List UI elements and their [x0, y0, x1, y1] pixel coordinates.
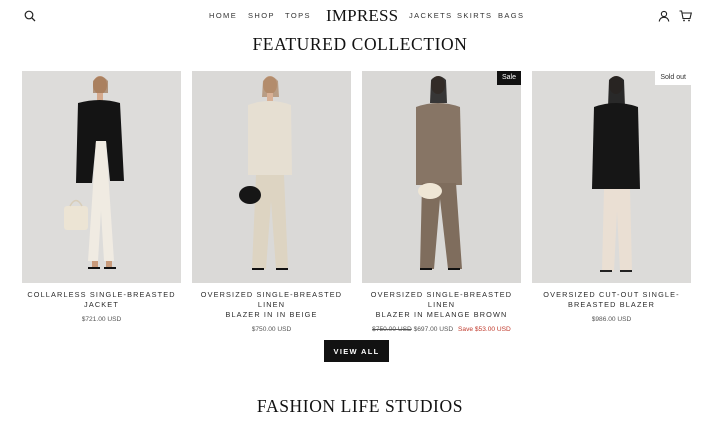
- price-value: $750.00 USD: [251, 326, 292, 333]
- product-title[interactable]: OVERSIZED CUT-OUT SINGLE- BREASTED BLAZE…: [532, 290, 691, 310]
- user-icon[interactable]: [657, 9, 671, 23]
- search-icon[interactable]: [23, 9, 37, 23]
- product-title-line[interactable]: OVERSIZED SINGLE-BREASTED LINEN: [362, 290, 521, 310]
- product-title[interactable]: OVERSIZED SINGLE-BREASTED LINEN BLAZER I…: [362, 290, 521, 320]
- product-card[interactable]: Sale OVERSIZED SINGLE-BREASTED LINEN BLA…: [362, 71, 521, 334]
- price-value: $697.00 USD: [413, 326, 454, 333]
- product-image[interactable]: Sold out: [532, 71, 691, 283]
- original-price: $750.00 USD: [372, 326, 412, 333]
- product-title-line[interactable]: BREASTED BLAZER: [532, 300, 691, 310]
- fashion-life-studios-title: FASHION LIFE STUDIOS: [256, 396, 464, 416]
- product-price: $750.00 USD: [192, 325, 351, 334]
- product-image[interactable]: [22, 71, 181, 283]
- product-image[interactable]: Sale: [362, 71, 521, 283]
- product-title-line[interactable]: COLLARLESS SINGLE-BREASTED: [22, 290, 181, 300]
- model-black-blazer-illustration: [532, 71, 691, 283]
- product-title[interactable]: OVERSIZED SINGLE-BREASTED LINEN BLAZER I…: [192, 290, 351, 320]
- product-title[interactable]: COLLARLESS SINGLE-BREASTED JACKET: [22, 290, 181, 310]
- brand-logo[interactable]: IMPRESS: [326, 6, 398, 26]
- save-amount: Save $53.00 USD: [458, 326, 511, 333]
- price-value: $721.00 USD: [81, 316, 122, 323]
- sold-out-badge: Sold out: [655, 71, 691, 85]
- nav-tops[interactable]: TOPS: [285, 11, 311, 20]
- product-title-line[interactable]: BLAZER IN IN BEIGE: [192, 310, 351, 320]
- model-beige-blazer-illustration: [192, 71, 351, 283]
- product-card[interactable]: COLLARLESS SINGLE-BREASTED JACKET $721.0…: [22, 71, 181, 324]
- product-price: $721.00 USD: [22, 315, 181, 324]
- cart-icon[interactable]: [678, 9, 692, 23]
- price-value: $986.00 USD: [591, 316, 632, 323]
- product-image[interactable]: [192, 71, 351, 283]
- model-brown-blazer-illustration: [362, 71, 521, 283]
- product-title-line[interactable]: OVERSIZED CUT-OUT SINGLE-: [532, 290, 691, 300]
- view-all-button[interactable]: VIEW ALL: [324, 340, 389, 362]
- sale-badge: Sale: [496, 71, 521, 85]
- product-card[interactable]: Sold out OVERSIZED CUT-OUT SINGLE- BREAS…: [532, 71, 691, 324]
- product-card[interactable]: OVERSIZED SINGLE-BREASTED LINEN BLAZER I…: [192, 71, 351, 334]
- product-title-line[interactable]: JACKET: [22, 300, 181, 310]
- product-price: $750.00 USD $697.00 USD Save $53.00 USD: [362, 325, 521, 334]
- nav-shop[interactable]: SHOP: [248, 11, 275, 20]
- featured-collection-title: FEATURED COLLECTION: [252, 34, 468, 54]
- product-price: $986.00 USD: [532, 315, 691, 324]
- nav-bags[interactable]: BAGS: [498, 11, 524, 20]
- nav-jackets[interactable]: JACKETS: [409, 11, 453, 20]
- product-title-line[interactable]: OVERSIZED SINGLE-BREASTED LINEN: [192, 290, 351, 310]
- nav-home[interactable]: HOME: [209, 11, 237, 20]
- product-title-line[interactable]: BLAZER IN MELANGE BROWN: [362, 310, 521, 320]
- nav-skirts[interactable]: SKIRTS: [457, 11, 492, 20]
- model-black-jacket-illustration: [22, 71, 181, 283]
- site-header: HOME SHOP TOPS IMPRESS JACKETS SKIRTS BA…: [0, 0, 720, 32]
